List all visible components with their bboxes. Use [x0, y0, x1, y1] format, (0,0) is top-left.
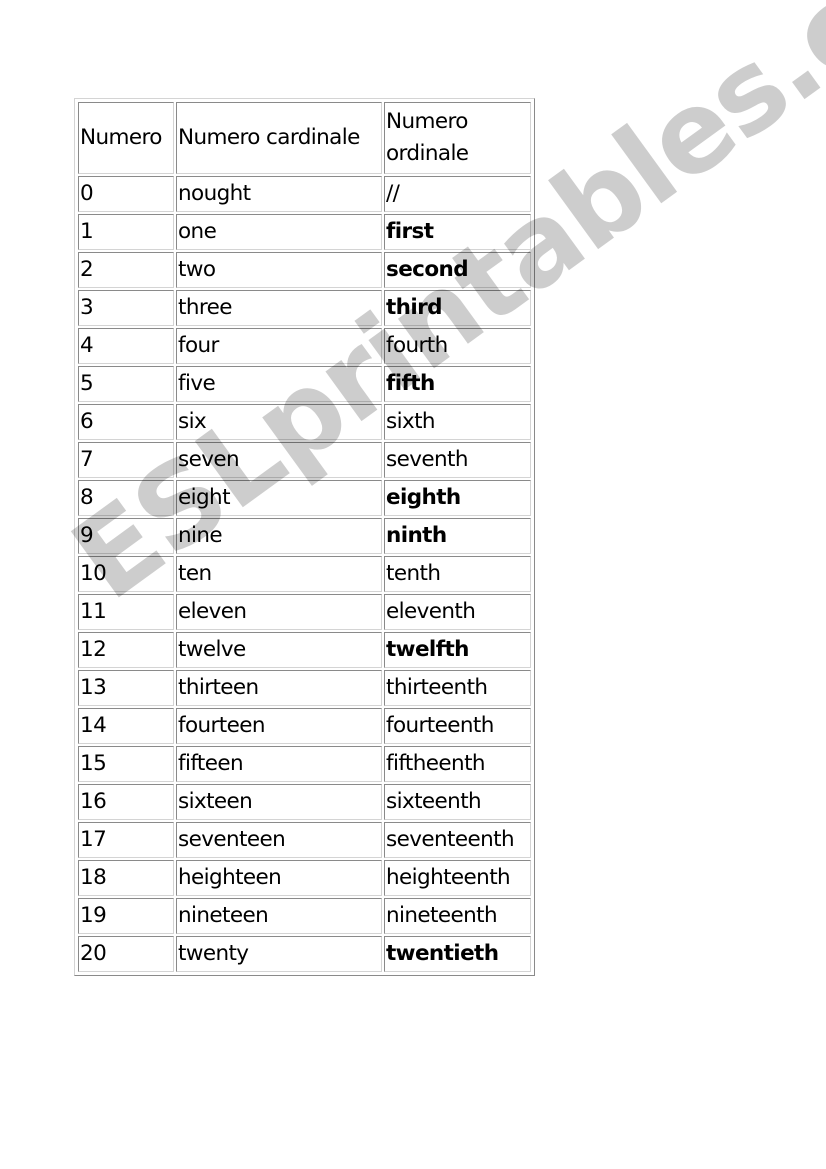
cell-ordinal: second	[384, 252, 531, 288]
table-row: 7 seven seventh	[78, 442, 531, 478]
cell-number: 3	[78, 290, 174, 326]
cell-cardinal: nought	[176, 176, 382, 212]
cell-ordinal: twentieth	[384, 936, 531, 972]
table-row: 15 fifteen fiftheenth	[78, 746, 531, 782]
table-row: 18 heighteen heighteenth	[78, 860, 531, 896]
cell-ordinal: tenth	[384, 556, 531, 592]
table-row: 10 ten tenth	[78, 556, 531, 592]
table-row: 8 eight eighth	[78, 480, 531, 516]
cell-cardinal: seven	[176, 442, 382, 478]
table-row: 12 twelve twelfth	[78, 632, 531, 668]
cell-number: 4	[78, 328, 174, 364]
cell-number: 0	[78, 176, 174, 212]
cell-cardinal: four	[176, 328, 382, 364]
cell-number: 11	[78, 594, 174, 630]
cell-ordinal: thirteenth	[384, 670, 531, 706]
cell-ordinal: eighth	[384, 480, 531, 516]
table-row: 16 sixteen sixteenth	[78, 784, 531, 820]
cell-cardinal: twelve	[176, 632, 382, 668]
cell-cardinal: six	[176, 404, 382, 440]
table-row: 20 twenty twentieth	[78, 936, 531, 972]
cell-ordinal: heighteenth	[384, 860, 531, 896]
table-row: 2 two second	[78, 252, 531, 288]
cell-cardinal: fifteen	[176, 746, 382, 782]
cell-cardinal: eight	[176, 480, 382, 516]
cell-cardinal: nine	[176, 518, 382, 554]
numbers-table-frame: Numero Numero cardinale Numero ordinale …	[74, 98, 535, 976]
table-row: 4 four fourth	[78, 328, 531, 364]
table-row: 14 fourteen fourteenth	[78, 708, 531, 744]
cell-ordinal: fourth	[384, 328, 531, 364]
cell-number: 16	[78, 784, 174, 820]
cell-number: 18	[78, 860, 174, 896]
table-row: 17 seventeen seventeenth	[78, 822, 531, 858]
numbers-table: Numero Numero cardinale Numero ordinale …	[76, 100, 533, 974]
table-row: 3 three third	[78, 290, 531, 326]
cell-cardinal: thirteen	[176, 670, 382, 706]
cell-number: 2	[78, 252, 174, 288]
cell-number: 7	[78, 442, 174, 478]
cell-ordinal: first	[384, 214, 531, 250]
numbers-table-body: Numero Numero cardinale Numero ordinale …	[78, 102, 531, 972]
cell-number: 10	[78, 556, 174, 592]
cell-cardinal: sixteen	[176, 784, 382, 820]
cell-cardinal: twenty	[176, 936, 382, 972]
cell-number: 1	[78, 214, 174, 250]
cell-ordinal: ninth	[384, 518, 531, 554]
table-row: 13 thirteen thirteenth	[78, 670, 531, 706]
cell-cardinal: fourteen	[176, 708, 382, 744]
cell-cardinal: one	[176, 214, 382, 250]
header-ordinal: Numero ordinale	[384, 102, 531, 174]
cell-number: 17	[78, 822, 174, 858]
cell-cardinal: three	[176, 290, 382, 326]
cell-ordinal: sixth	[384, 404, 531, 440]
cell-cardinal: nineteen	[176, 898, 382, 934]
table-row: 6 six sixth	[78, 404, 531, 440]
header-number: Numero	[78, 102, 174, 174]
cell-ordinal: third	[384, 290, 531, 326]
cell-number: 5	[78, 366, 174, 402]
cell-cardinal: two	[176, 252, 382, 288]
cell-cardinal: seventeen	[176, 822, 382, 858]
cell-ordinal: twelfth	[384, 632, 531, 668]
cell-ordinal: seventeenth	[384, 822, 531, 858]
cell-ordinal: eleventh	[384, 594, 531, 630]
table-row: 0 nought//	[78, 176, 531, 212]
cell-number: 12	[78, 632, 174, 668]
table-header-row: Numero Numero cardinale Numero ordinale	[78, 102, 531, 174]
document-page: Numero Numero cardinale Numero ordinale …	[0, 0, 826, 1169]
table-row: 5 five fifth	[78, 366, 531, 402]
table-row: 11 eleven eleventh	[78, 594, 531, 630]
header-cardinal: Numero cardinale	[176, 102, 382, 174]
cell-number: 20	[78, 936, 174, 972]
cell-cardinal: eleven	[176, 594, 382, 630]
cell-ordinal: seventh	[384, 442, 531, 478]
cell-cardinal: five	[176, 366, 382, 402]
cell-ordinal: //	[384, 176, 531, 212]
table-row: 19 nineteen nineteenth	[78, 898, 531, 934]
cell-cardinal: ten	[176, 556, 382, 592]
cell-ordinal: fifth	[384, 366, 531, 402]
cell-number: 8	[78, 480, 174, 516]
cell-number: 13	[78, 670, 174, 706]
table-row: 1 one first	[78, 214, 531, 250]
cell-ordinal: fourteenth	[384, 708, 531, 744]
cell-ordinal: nineteenth	[384, 898, 531, 934]
cell-ordinal: fiftheenth	[384, 746, 531, 782]
table-row: 9 nine ninth	[78, 518, 531, 554]
cell-cardinal: heighteen	[176, 860, 382, 896]
cell-ordinal: sixteenth	[384, 784, 531, 820]
cell-number: 19	[78, 898, 174, 934]
cell-number: 9	[78, 518, 174, 554]
cell-number: 14	[78, 708, 174, 744]
cell-number: 6	[78, 404, 174, 440]
cell-number: 15	[78, 746, 174, 782]
